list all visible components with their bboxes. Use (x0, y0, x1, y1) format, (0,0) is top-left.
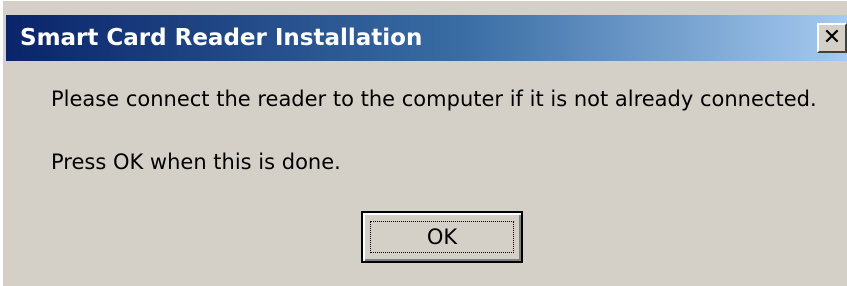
close-icon: ✕ (822, 25, 842, 50)
ok-button[interactable]: OK (361, 211, 523, 263)
dialog-title: Smart Card Reader Installation (20, 25, 423, 51)
smart-card-reader-dialog: Smart Card Reader Installation ✕ Please … (0, 0, 847, 286)
title-bar[interactable]: Smart Card Reader Installation ✕ (6, 15, 847, 61)
close-button[interactable]: ✕ (817, 23, 847, 53)
ok-button-label: OK (426, 225, 458, 249)
message-text-press-ok: Press OK when this is done. (51, 150, 341, 174)
message-text-connect: Please connect the reader to the compute… (51, 87, 817, 111)
